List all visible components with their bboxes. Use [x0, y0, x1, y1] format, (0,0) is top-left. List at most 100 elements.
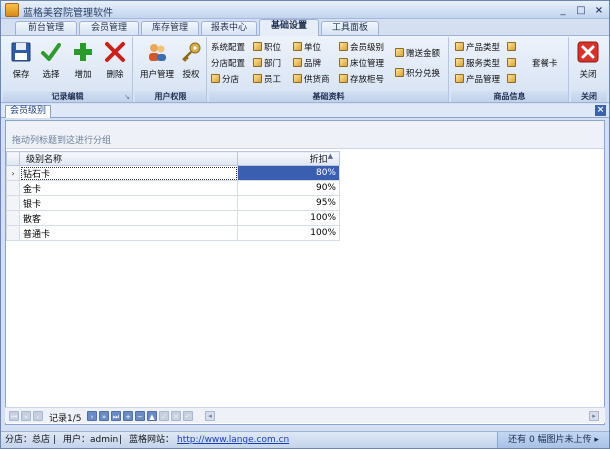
delete-button[interactable]: 删除 — [101, 39, 129, 87]
status-sep: | — [119, 435, 123, 445]
extra-item-2-button[interactable] — [507, 73, 518, 87]
sort-ascending-icon: ▲ — [327, 152, 333, 160]
table-row[interactable]: 散客 100% — [6, 210, 340, 226]
nav-delete-button[interactable]: − — [135, 411, 145, 421]
nav-prev-page-button[interactable]: « — [21, 411, 31, 421]
save-button[interactable]: 保存 — [7, 39, 35, 87]
product-type-button[interactable]: 产品类型 — [455, 41, 500, 55]
group-basic-data: 系统配置 分店配置 分店 职位 部门 员工 单位 品牌 供货商 会员级别 床位管… — [209, 37, 449, 102]
product-management-icon — [455, 74, 464, 83]
nav-next-page-button[interactable]: » — [99, 411, 109, 421]
group-user-permission: 用户管理 授权 用户权限 — [135, 37, 207, 102]
close-button[interactable]: 关闭 — [574, 39, 602, 87]
group-close: 关闭 关闭 — [571, 37, 607, 102]
product-type-icon — [455, 42, 464, 51]
website-link[interactable]: http://www.lange.com.cn — [177, 432, 289, 448]
grid-panel: 拖动列标题到这进行分组 级别名称 折扣 ▲ › 钻石卡 80% 金卡 90% 银… — [5, 120, 605, 425]
system-config-button[interactable]: 系统配置 — [211, 41, 245, 55]
tab-inventory[interactable]: 库存管理 — [141, 21, 199, 35]
document-close-icon[interactable]: × — [595, 105, 606, 116]
product-management-button[interactable]: 产品管理 — [455, 73, 500, 87]
tab-reports[interactable]: 报表中心 — [201, 21, 257, 35]
nav-post-button[interactable]: ✓ — [159, 411, 169, 421]
member-level-table: 级别名称 折扣 ▲ › 钻石卡 80% 金卡 90% 银卡 95% 散客 100… — [6, 151, 340, 241]
cell-discount[interactable]: 90% — [237, 180, 340, 196]
cell-discount[interactable]: 100% — [237, 225, 340, 241]
table-row[interactable]: 金卡 90% — [6, 180, 340, 196]
users-icon — [149, 44, 166, 61]
group-label-user-permission: 用户权限 — [135, 91, 206, 102]
department-button[interactable]: 部门 — [253, 57, 281, 71]
nav-first-button[interactable]: ⏮ — [9, 411, 19, 421]
nav-prev-button[interactable]: ‹ — [33, 411, 43, 421]
brand-icon — [293, 58, 302, 67]
nav-edit-button[interactable]: ▲ — [147, 411, 157, 421]
scroll-left-arrow-icon[interactable]: ◂ — [205, 411, 215, 421]
branch-button[interactable]: 分店 — [211, 73, 239, 87]
close-icon — [577, 41, 599, 63]
cell-level-name[interactable]: 散客 — [19, 210, 238, 226]
branch-config-button[interactable]: 分店配置 — [211, 57, 245, 71]
app-window: 蓝格美容院管理软件 _ □ × 前台管理 会员管理 库存管理 报表中心 基础设置… — [0, 0, 610, 449]
package-card-button[interactable]: 套餐卡 — [507, 57, 558, 71]
brand-button[interactable]: 品牌 — [293, 57, 321, 71]
main-tab-bar: 前台管理 会员管理 库存管理 报表中心 基础设置 工具面板 — [1, 19, 609, 36]
cell-level-name[interactable]: 金卡 — [19, 180, 238, 196]
cell-level-name[interactable]: 银卡 — [19, 195, 238, 211]
table-row[interactable]: 普通卡 100% — [6, 225, 340, 241]
bed-management-button[interactable]: 床位管理 — [339, 57, 384, 71]
cell-discount[interactable]: 95% — [237, 195, 340, 211]
add-button[interactable]: 增加 — [69, 39, 97, 87]
nav-cancel-button[interactable]: ✕ — [171, 411, 181, 421]
cell-level-name[interactable]: 钻石卡 — [19, 165, 238, 181]
cell-discount[interactable]: 80% — [237, 165, 340, 181]
row-indicator-header — [6, 151, 20, 166]
department-icon — [253, 58, 262, 67]
nav-refresh-button[interactable]: ↶ — [183, 411, 193, 421]
close-window-button[interactable]: × — [591, 3, 607, 17]
row-indicator — [6, 225, 20, 241]
table-row[interactable]: 银卡 95% — [6, 195, 340, 211]
position-button[interactable]: 职位 — [253, 41, 281, 55]
unit-button[interactable]: 单位 — [293, 41, 321, 55]
extra-item-button[interactable] — [507, 41, 518, 55]
group-launcher-icon[interactable]: ↘ — [124, 93, 130, 101]
plus-icon — [74, 43, 92, 61]
column-header-discount[interactable]: 折扣 ▲ — [237, 151, 340, 166]
tab-tools[interactable]: 工具面板 — [321, 21, 379, 35]
window-title: 蓝格美容院管理软件 — [23, 8, 113, 19]
cell-level-name[interactable]: 普通卡 — [19, 225, 238, 241]
points-exchange-button[interactable]: 积分兑换 — [395, 67, 440, 81]
nav-next-button[interactable]: › — [87, 411, 97, 421]
position-icon — [253, 42, 262, 51]
tab-basic-settings[interactable]: 基础设置 — [259, 19, 319, 36]
record-counter: 记录1/5 — [49, 414, 82, 424]
employee-button[interactable]: 员工 — [253, 73, 281, 87]
storage-cabinet-button[interactable]: 存放柜号 — [339, 73, 384, 87]
nav-append-button[interactable]: + — [123, 411, 133, 421]
service-type-button[interactable]: 服务类型 — [455, 57, 500, 71]
member-level-button[interactable]: 会员级别 — [339, 41, 384, 55]
document-tab-member-level[interactable]: 会员级别 — [5, 105, 52, 118]
nav-last-button[interactable]: ⏭ — [111, 411, 121, 421]
app-logo-icon — [5, 3, 19, 17]
branch-icon — [211, 74, 220, 83]
table-row[interactable]: › 钻石卡 80% — [6, 165, 340, 181]
column-header-level-name[interactable]: 级别名称 — [19, 151, 238, 166]
key-icon — [182, 42, 201, 62]
user-management-button[interactable]: 用户管理 — [137, 39, 177, 87]
select-button[interactable]: 选择 — [37, 39, 65, 87]
upload-status[interactable]: 还有 0 幅图片未上传 ▸ — [497, 432, 609, 448]
gift-amount-button[interactable]: 赠送金额 — [395, 47, 440, 61]
minimize-button[interactable]: _ — [555, 3, 571, 17]
supplier-button[interactable]: 供货商 — [293, 73, 330, 87]
tab-member[interactable]: 会员管理 — [79, 21, 139, 35]
maximize-button[interactable]: □ — [573, 3, 589, 17]
grant-button[interactable]: 授权 — [177, 39, 205, 87]
scroll-right-arrow-icon[interactable]: ▸ — [589, 411, 599, 421]
tab-front-desk[interactable]: 前台管理 — [15, 21, 77, 35]
group-by-area[interactable]: 拖动列标题到这进行分组 — [6, 121, 604, 149]
group-label-basic-data: 基础资料 — [209, 91, 448, 102]
cell-discount[interactable]: 100% — [237, 210, 340, 226]
status-branch: 分店：总店 — [5, 435, 51, 445]
